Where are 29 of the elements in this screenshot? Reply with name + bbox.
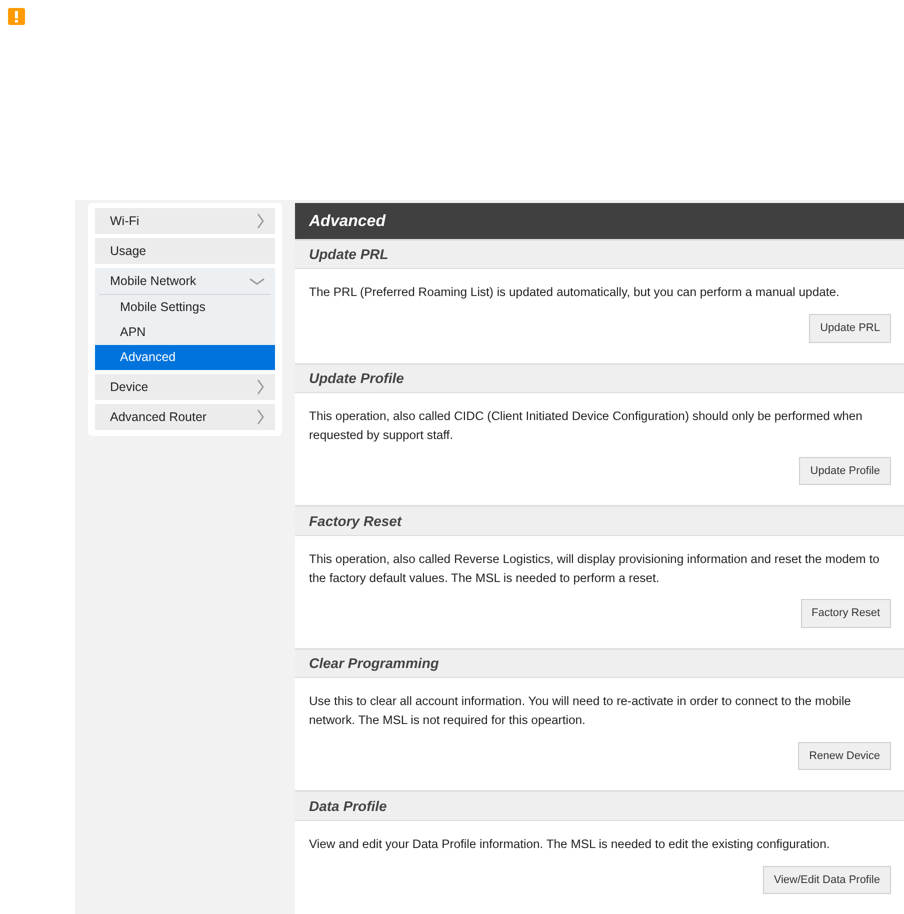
- section-description: The PRL (Preferred Roaming List) is updated automatically, but you can perform a manual update.: [309, 284, 840, 302]
- warning-icon: [8, 8, 25, 25]
- submenu-item[interactable]: Mobile Settings: [95, 295, 275, 320]
- chevron-right-icon: [256, 213, 265, 229]
- section-description: This operation, also called CIDC (Client Initiated Device Configuration) should only be performed when requested by support staff.: [309, 408, 864, 444]
- sidebar-item[interactable]: Device: [95, 374, 275, 400]
- section-description: View and edit your Data Profile information. The MSL is needed to edit the existing configuration.: [309, 836, 831, 853]
- section-title: Clear Programming: [295, 648, 904, 678]
- submenu-item[interactable]: APN: [95, 320, 275, 345]
- action-button[interactable]: View/Edit Data Profile: [762, 866, 891, 894]
- submenu-item[interactable]: Advanced: [95, 345, 275, 370]
- chevron-right-icon: [256, 409, 265, 425]
- action-button[interactable]: Update PRL: [809, 314, 891, 343]
- action-button[interactable]: Update Profile: [799, 456, 891, 486]
- sidebar-item[interactable]: Usage: [95, 238, 275, 264]
- panel-title: Advanced: [295, 203, 904, 240]
- section-title: Data Profile: [295, 790, 904, 821]
- section-description: Use this to clear all account information. You will need to re-activate in order to connect to the mobile network. The MSL is not required for this opeartion.: [309, 693, 852, 730]
- action-button[interactable]: Renew Device: [798, 742, 891, 770]
- section-description: This operation, also called Reverse Logistics, will display provisioning information and reset the modem to the factory default values. The MSL is needed to perform a reset.: [309, 550, 880, 586]
- section-title: Update Profile: [295, 362, 904, 394]
- section-title: Factory Reset: [295, 505, 904, 536]
- sidebar-item[interactable]: Mobile Network: [95, 268, 275, 294]
- action-button[interactable]: Factory Reset: [800, 599, 891, 628]
- section-title: Update PRL: [295, 239, 904, 270]
- sidebar-item[interactable]: Advanced Router: [95, 404, 275, 430]
- chevron-down-icon: [249, 276, 265, 286]
- chevron-right-icon: [256, 379, 265, 395]
- sidebar-item[interactable]: Wi-Fi: [95, 208, 275, 234]
